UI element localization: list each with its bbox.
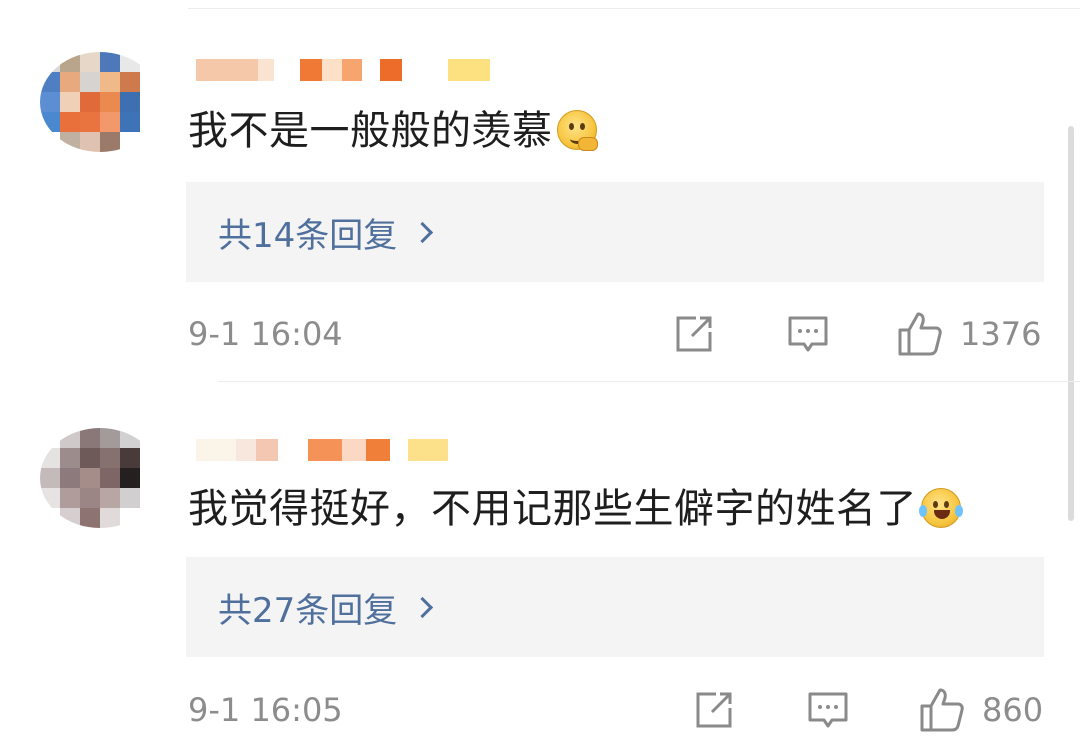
thinking-face-emoji (556, 110, 598, 151)
avatar[interactable] (40, 52, 160, 152)
chevron-right-icon (412, 221, 434, 243)
thumbs-up-icon (920, 688, 964, 732)
replies-count-label: 共14条回复 (218, 215, 398, 256)
comment-list: 我不是一般般的羡慕 共14条回复 9-1 16:04 1376 我觉得挺好，不用… (0, 0, 1080, 751)
avatar[interactable] (40, 428, 160, 528)
comment-button[interactable] (806, 688, 850, 732)
divider (218, 381, 1080, 382)
comment-meta-row: 9-1 16:04 1376 (0, 309, 1080, 359)
like-count: 1376 (960, 315, 1042, 353)
share-icon (676, 316, 712, 352)
username-pixelated[interactable] (196, 50, 526, 90)
divider (188, 8, 1080, 9)
comment-button[interactable] (786, 312, 830, 356)
comment-icon (808, 692, 848, 728)
share-icon (696, 692, 732, 728)
comment-text: 我不是一般般的羡慕 (188, 106, 598, 156)
thumbs-up-icon (898, 312, 942, 356)
timestamp: 9-1 16:05 (188, 691, 343, 729)
like-button[interactable]: 860 (918, 688, 1043, 732)
share-button[interactable] (672, 312, 716, 356)
comment-meta-row: 9-1 16:05 860 (0, 685, 1080, 735)
share-button[interactable] (692, 688, 736, 732)
comment-text: 我觉得挺好，不用记那些生僻字的姓名了 (188, 484, 963, 534)
timestamp: 9-1 16:04 (188, 315, 343, 353)
view-replies-button[interactable]: 共27条回复 (186, 557, 1044, 657)
comment-icon (788, 316, 828, 352)
username-pixelated[interactable] (196, 430, 526, 470)
like-count: 860 (982, 691, 1044, 729)
view-replies-button[interactable]: 共14条回复 (186, 182, 1044, 282)
like-button[interactable]: 1376 (896, 312, 1041, 356)
laughing-crying-emoji (919, 488, 963, 528)
replies-count-label: 共27条回复 (218, 590, 398, 631)
chevron-right-icon (412, 596, 434, 618)
